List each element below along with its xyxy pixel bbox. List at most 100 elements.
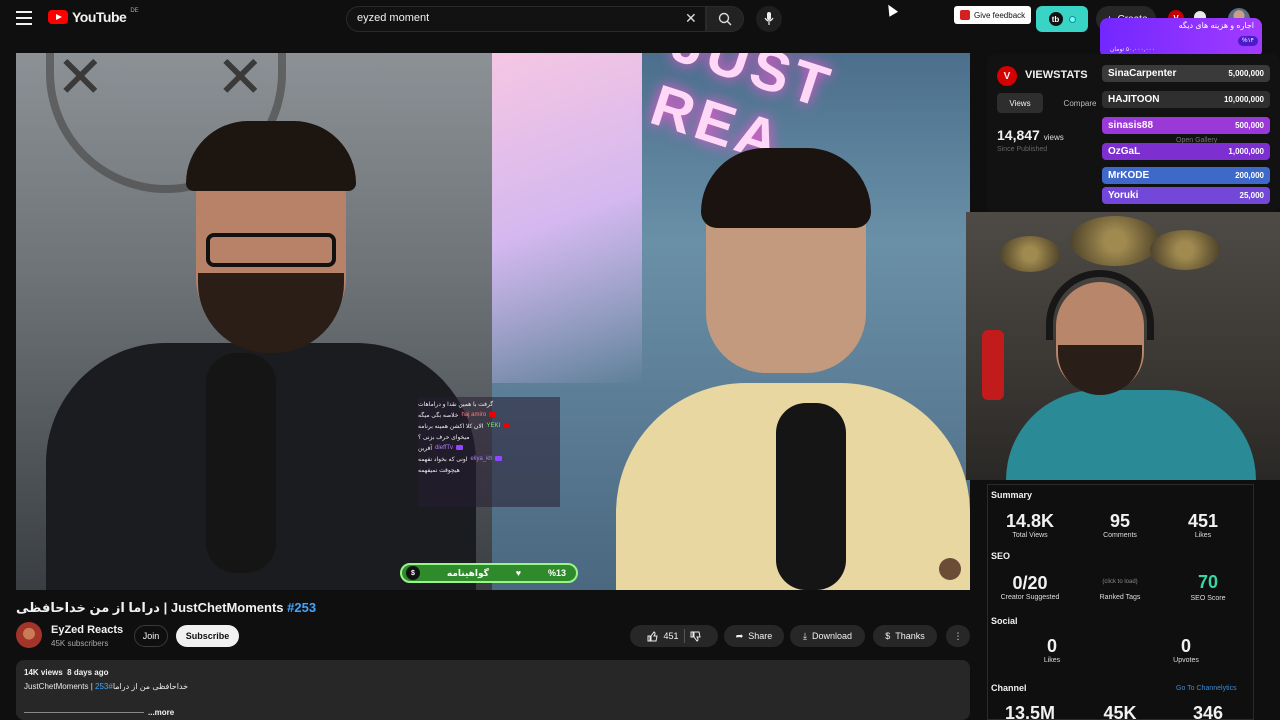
creator-suggested-value: 0/20 [1012,573,1048,593]
country-code: DE [130,8,139,14]
chat-header: گرفت با همین نقدا و دراماهات [418,402,494,408]
cymbal-decoration [1150,230,1220,270]
clear-search-icon[interactable]: ✕ [685,10,697,27]
like-dislike-group: 451 [630,625,718,647]
cymbal-decoration [1070,216,1160,266]
likes-label: Likes [1194,532,1212,539]
total-views-label: Total Views [1012,532,1048,539]
leaderboard-row: MrKODE 200,000 [1102,167,1270,184]
right-microphone [776,403,846,590]
creator-suggested-label: Creator Suggested [1000,594,1060,601]
extension-icon: tb [1048,12,1063,26]
leaderboard-row: HAJITOON 10,000,000 [1102,91,1270,108]
logo-text: YouTube [72,9,127,25]
leaderboard-row: SinaCarpenter 5,000,000 [1102,65,1270,82]
ranked-tags-hint[interactable]: (click to load) [1080,579,1160,585]
youtube-chat-icon [503,423,511,428]
host-right-hair [701,148,871,228]
channel-stat-3: 346 [1192,703,1224,720]
youtube-play-icon [48,10,68,24]
feedback-icon [960,10,970,20]
social-likes-label: Likes [1043,657,1061,664]
chat-message: eliya_kh اونی که بخواد نفهمه [418,456,556,463]
comments-value: 95 [1109,511,1131,531]
show-more-link[interactable]: ...more [148,708,174,717]
search-button[interactable] [706,6,744,32]
donation-title: اجاره و هزینه های دیگه [1178,21,1254,30]
channel-avatar[interactable] [16,622,42,648]
webcam-microphone [982,330,1004,400]
tab-compare[interactable]: Compare [1054,93,1106,113]
subscribe-button[interactable]: Subscribe [176,625,239,647]
voice-search-button[interactable] [756,6,782,32]
upvotes-value: 0 [1180,636,1191,656]
microphone-icon [764,12,774,25]
chat-message: میخوای حرف بزنی ؟ [418,435,470,441]
seo-heading: SEO [991,551,1011,561]
leaderboard-row: OzGaL 1,000,000 [1102,143,1270,160]
divider [683,629,685,643]
like-button[interactable]: 451 [647,630,679,642]
youtube-logo[interactable]: YouTube DE [48,8,139,25]
stream-chat-overlay: گرفت با همین نقدا و دراماهات haj amiro خل… [418,397,560,507]
channelytics-link[interactable]: Go To Channelytics [1176,685,1237,692]
chat-message: هیچوقت نمیفهمه [418,468,460,474]
seo-score-label: SEO Score [1190,595,1226,602]
views-count: 14,847 views [997,127,1064,143]
upvotes-label: Upvotes [1173,657,1199,664]
search-icon [718,12,732,26]
likes-value: 451 [1187,511,1219,531]
host-left-glasses [206,233,336,267]
leaderboard-row: sinasis88 500,000 [1102,117,1270,134]
join-button[interactable]: Join [134,625,168,647]
channel-stat-2: 45K [1103,703,1137,720]
chat-message: YEKI الان کلا اکشن همینه برنامه [418,423,556,430]
seo-score-value: 70 [1197,572,1219,592]
donation-percent: %۱۴ [1238,36,1258,46]
video-player[interactable]: ✕ ✕ JUST REA گرفت با همین نقدا و دراماها… [16,53,970,590]
ranked-tags-label: Ranked Tags [1099,594,1141,601]
search-value: eyzed moment [357,12,430,24]
extension-button[interactable]: tb [1036,6,1088,32]
viewstats-title: VIEWSTATS [1025,69,1088,81]
download-label: Download [811,631,852,641]
like-count: 451 [663,631,679,641]
hex-lights-decoration [492,53,642,383]
donation-amount: ۵۰,۰۰۰,۰۰۰ تومان [1110,47,1156,53]
social-heading: Social [991,616,1018,626]
views-since: Since Published [997,146,1048,153]
subscriber-count: 45K subscribers [51,639,109,648]
wall-x-eye-icon: ✕ [216,53,265,110]
chat-message: dieffTv آفرین [418,445,556,452]
leaderboard-row: Yoruki 25,000 [1102,187,1270,204]
summary-heading: Summary [991,490,1033,500]
feedback-label: Give feedback [974,10,1026,20]
view-date-meta: 14K views 8 days ago [24,668,109,677]
share-icon: ➦ [735,630,744,641]
more-icon: ⋮ [953,630,963,641]
channel-name[interactable]: EyZed Reacts [51,624,123,636]
wall-x-eye-icon: ✕ [56,53,105,110]
download-icon: ⤓ [802,630,807,641]
donation-goal-bar: $ گواهینامه ♥ %13 [400,563,578,583]
channel-stat-1: 13.5M [1004,703,1056,720]
heart-icon: ♥ [515,568,522,578]
download-button[interactable]: ⤓ Download [790,625,865,647]
give-feedback-button[interactable]: Give feedback [954,6,1032,24]
twitch-chat-icon [495,456,503,461]
menu-icon[interactable] [16,11,32,25]
tab-views[interactable]: Views [997,93,1043,113]
status-dot-icon [1068,15,1076,23]
thumbs-down-icon[interactable] [690,631,701,642]
thanks-button[interactable]: $ Thanks [873,625,937,647]
comments-label: Comments [1103,532,1137,539]
super-thanks-icon: $ [885,631,891,641]
social-likes-value: 0 [1046,636,1057,656]
share-button[interactable]: ➦ Share [724,625,784,647]
description-divider [24,712,144,713]
channel-heading: Channel [991,683,1027,693]
more-actions-button[interactable]: ⋮ [946,625,970,647]
thanks-label: Thanks [895,631,925,641]
share-label: Share [748,631,773,641]
twitch-chat-icon [456,445,463,450]
